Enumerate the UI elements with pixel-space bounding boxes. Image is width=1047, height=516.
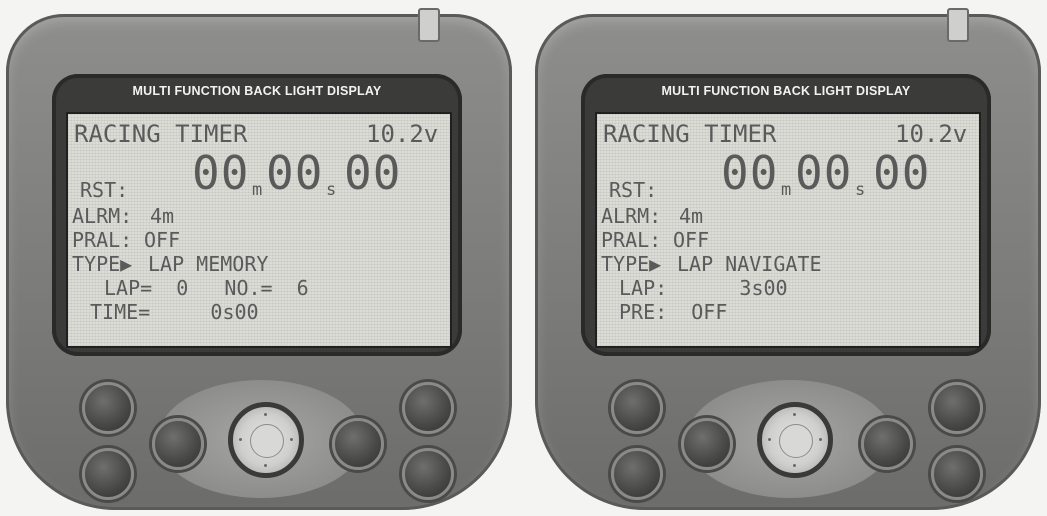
lcd-voltage: 10.2v xyxy=(366,120,439,148)
dial-dot-left xyxy=(768,438,771,441)
button-upper-right[interactable] xyxy=(931,382,983,434)
dial-dot-up xyxy=(264,413,267,416)
lcd-title: RACING TIMER xyxy=(603,120,777,148)
button-lower-right[interactable] xyxy=(402,448,454,500)
type-value: LAP MEMORY xyxy=(148,252,269,276)
rst-label: RST: xyxy=(609,178,658,202)
alrm-label: ALRM: xyxy=(72,204,133,228)
lcd-voltage: 10.2v xyxy=(895,120,968,148)
rst-minutes: 00 xyxy=(721,146,779,200)
display-bezel: MULTI FUNCTION BACK LIGHT DISPLAY RACING… xyxy=(52,74,462,356)
rst-seconds-unit: s xyxy=(326,180,337,200)
pral-value: OFF xyxy=(144,228,181,252)
rst-minutes-unit: m xyxy=(781,180,792,200)
alrm-label: ALRM: xyxy=(601,204,662,228)
rst-seconds: 00 xyxy=(795,146,853,200)
button-inner-right[interactable] xyxy=(861,418,913,470)
button-inner-left[interactable] xyxy=(681,418,733,470)
antenna-tab xyxy=(418,8,440,42)
alrm-value: 4m xyxy=(150,204,175,228)
pral-value: OFF xyxy=(673,228,710,252)
transmitter-device-right: MULTI FUNCTION BACK LIGHT DISPLAY RACING… xyxy=(535,8,1041,510)
rst-hundredths: 00 xyxy=(873,146,931,200)
transmitter-device-left: MULTI FUNCTION BACK LIGHT DISPLAY RACING… xyxy=(6,8,512,510)
lcd-screen: RACING TIMER 10.2v RST: 00 m 00 s 00 ALR… xyxy=(66,112,452,348)
display-bezel: MULTI FUNCTION BACK LIGHT DISPLAY RACING… xyxy=(581,74,991,356)
pral-label: PRAL: xyxy=(601,228,662,252)
dial-dot-down xyxy=(264,464,267,467)
bezel-title: MULTI FUNCTION BACK LIGHT DISPLAY xyxy=(132,84,382,98)
rst-minutes-unit: m xyxy=(252,180,263,200)
bezel-title: MULTI FUNCTION BACK LIGHT DISPLAY xyxy=(661,84,911,98)
dial-dot-right xyxy=(819,438,822,441)
lcd-line-time: TIME= 0s00 xyxy=(90,300,259,324)
center-dial-knob[interactable] xyxy=(250,424,284,458)
rst-minutes: 00 xyxy=(192,146,250,200)
button-inner-left[interactable] xyxy=(152,418,204,470)
button-lower-right[interactable] xyxy=(931,448,983,500)
alrm-value: 4m xyxy=(679,204,704,228)
rst-seconds-unit: s xyxy=(855,180,866,200)
button-panel xyxy=(6,362,512,510)
center-dial[interactable] xyxy=(228,402,304,478)
button-panel xyxy=(535,362,1041,510)
lcd-line-lap: LAP: 3s00 xyxy=(619,276,788,300)
lcd-line-pre: PRE: OFF xyxy=(619,300,728,324)
dial-dot-left xyxy=(239,438,242,441)
button-upper-left[interactable] xyxy=(82,382,134,434)
pral-label: PRAL: xyxy=(72,228,133,252)
rst-hundredths: 00 xyxy=(344,146,402,200)
rst-label: RST: xyxy=(80,178,129,202)
lcd-screen: RACING TIMER 10.2v RST: 00 m 00 s 00 ALR… xyxy=(595,112,981,348)
button-upper-right[interactable] xyxy=(402,382,454,434)
type-label: TYPE▶ xyxy=(601,252,662,276)
button-upper-left[interactable] xyxy=(611,382,663,434)
dial-dot-down xyxy=(793,464,796,467)
lcd-title: RACING TIMER xyxy=(74,120,248,148)
center-dial[interactable] xyxy=(757,402,833,478)
button-lower-left[interactable] xyxy=(611,448,663,500)
lcd-line-lap: LAP= 0 NO.= 6 xyxy=(104,276,309,300)
antenna-tab xyxy=(947,8,969,42)
rst-seconds: 00 xyxy=(266,146,324,200)
type-label: TYPE▶ xyxy=(72,252,133,276)
dial-dot-right xyxy=(290,438,293,441)
center-dial-knob[interactable] xyxy=(779,424,813,458)
dial-dot-up xyxy=(793,413,796,416)
button-inner-right[interactable] xyxy=(332,418,384,470)
button-lower-left[interactable] xyxy=(82,448,134,500)
type-value: LAP NAVIGATE xyxy=(677,252,822,276)
